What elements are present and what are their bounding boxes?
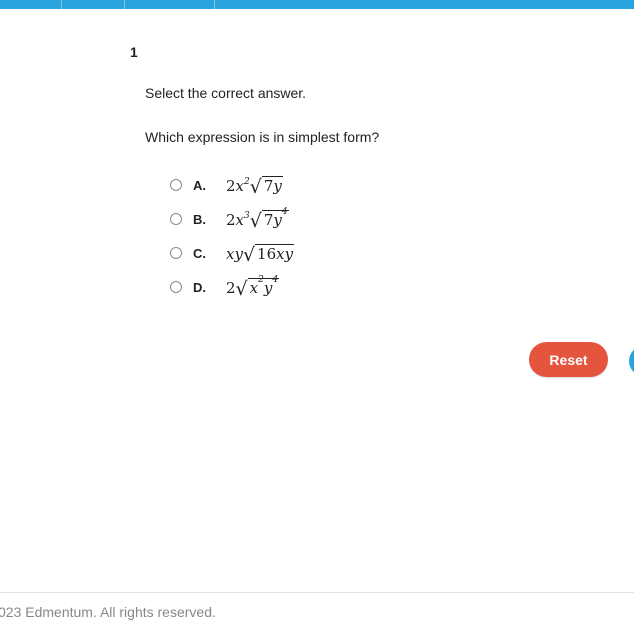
math-expression: 2x2 √ 7 y [226, 175, 283, 198]
math-expression: xy √ 16 xy [226, 243, 295, 266]
math-expression: 2 √ x 2 y 4 [226, 274, 280, 300]
next-button[interactable] [629, 346, 634, 376]
answer-option-b[interactable]: B. 2x3 √ 7 y 4 [170, 206, 289, 232]
question-number: 1 [130, 44, 138, 60]
option-letter: A. [193, 177, 206, 193]
answer-option-d[interactable]: D. 2 √ x 2 y 4 [170, 274, 280, 300]
math-expression: 2x3 √ 7 y 4 [226, 206, 289, 232]
footer-divider [0, 592, 634, 593]
option-letter: B. [193, 211, 206, 227]
option-letter: C. [193, 245, 206, 261]
answer-option-a[interactable]: A. 2x2 √ 7 y [170, 174, 283, 196]
reset-button[interactable]: Reset [529, 342, 608, 377]
radio-button-c[interactable] [170, 247, 182, 259]
radio-button-b[interactable] [170, 213, 182, 225]
question-prompt: Which expression is in simplest form? [145, 129, 380, 145]
square-root: √ 7 y [249, 175, 283, 198]
nav-divider [61, 0, 62, 9]
question-instruction: Select the correct answer. [145, 85, 307, 101]
nav-divider [214, 0, 215, 9]
square-root: √ 16 xy [242, 243, 295, 266]
answer-option-c[interactable]: C. xy √ 16 xy [170, 242, 295, 266]
square-root: √ 7 y 4 [249, 206, 289, 232]
radio-button-d[interactable] [170, 281, 182, 293]
nav-divider [124, 0, 125, 9]
copyright-text: 023 Edmentum. All rights reserved. [0, 604, 216, 620]
option-letter: D. [193, 279, 206, 295]
top-navigation-bar [0, 0, 634, 9]
square-root: √ x 2 y 4 [235, 274, 280, 300]
radio-button-a[interactable] [170, 179, 182, 191]
